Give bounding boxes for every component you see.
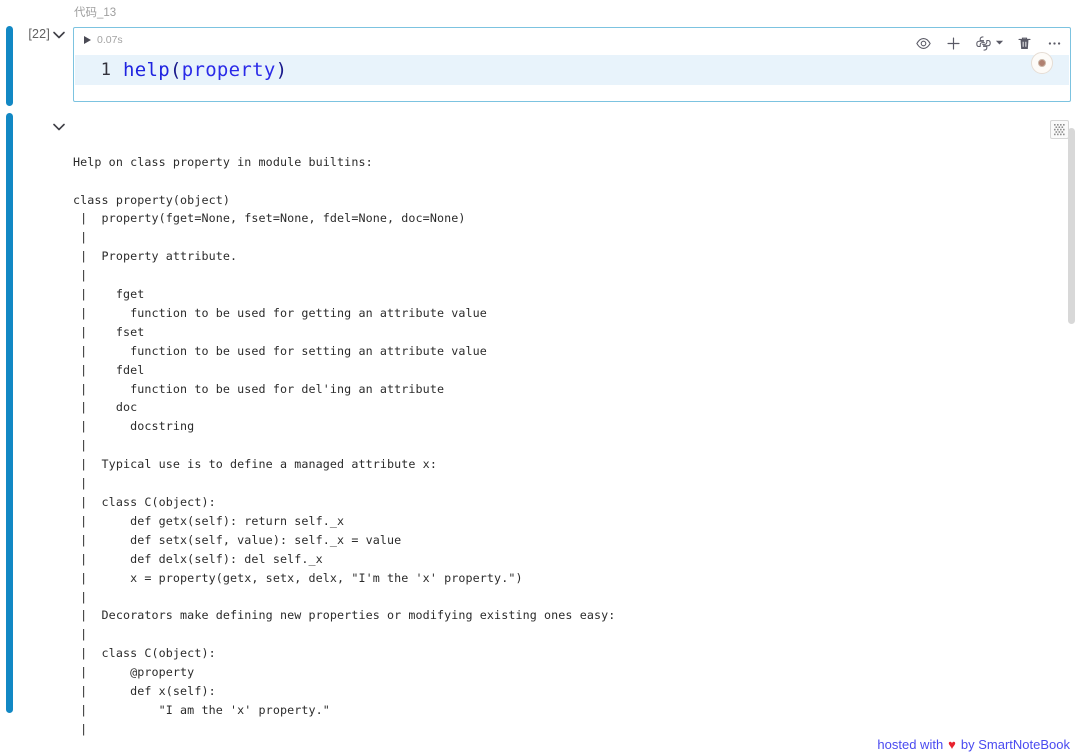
execution-time: 0.07s xyxy=(97,34,123,46)
output-options-icon[interactable] xyxy=(1050,120,1069,139)
code-editor[interactable]: 1 help(property) xyxy=(75,55,1069,101)
code-token-function: help xyxy=(123,59,170,81)
trash-icon[interactable] xyxy=(1014,33,1034,53)
python-logo-icon xyxy=(973,33,993,53)
output-scrollbar-thumb[interactable] xyxy=(1068,128,1075,324)
code-line[interactable]: 1 help(property) xyxy=(75,55,1069,85)
chevron-down-icon[interactable] xyxy=(50,26,68,44)
plus-icon[interactable] xyxy=(943,33,963,53)
cell-type-label: 代码_13 xyxy=(74,7,117,19)
play-triangle-icon[interactable] xyxy=(84,36,91,44)
ellipsis-icon[interactable] xyxy=(1044,33,1064,53)
kernel-selector[interactable] xyxy=(973,33,1004,53)
code-text[interactable]: help(property) xyxy=(123,59,287,81)
kernel-status-dot xyxy=(1038,59,1046,67)
output-cell-selection-bar[interactable] xyxy=(6,113,13,713)
output-scrollbar-track[interactable] xyxy=(1068,128,1075,710)
kernel-status-icon[interactable] xyxy=(1031,52,1053,74)
run-status-row: 0.07s xyxy=(84,34,123,46)
code-token-open-paren: ( xyxy=(169,59,182,81)
code-cell[interactable]: 0.07s 1 help(property) xyxy=(73,27,1071,102)
footer-prefix: hosted with xyxy=(877,737,944,752)
cell-toolbar xyxy=(913,32,1064,54)
footer-suffix[interactable]: by SmartNoteBook xyxy=(961,737,1070,752)
code-cell-selection-bar[interactable] xyxy=(6,26,13,106)
code-token-argument: property xyxy=(181,59,276,81)
execution-count: [22] xyxy=(28,27,50,41)
line-number: 1 xyxy=(100,60,111,80)
code-token-close-paren: ) xyxy=(275,59,288,81)
heart-icon: ♥ xyxy=(948,737,956,752)
chevron-down-icon[interactable] xyxy=(50,118,68,136)
output-text: Help on class property in module builtin… xyxy=(73,154,616,736)
eye-icon[interactable] xyxy=(913,33,933,53)
footer: hosted with ♥ by SmartNoteBook xyxy=(877,737,1070,752)
caret-down-icon xyxy=(995,34,1004,52)
notebook-page: [22] 代码_13 0.07s 1 help(property) Help o… xyxy=(0,0,1080,756)
